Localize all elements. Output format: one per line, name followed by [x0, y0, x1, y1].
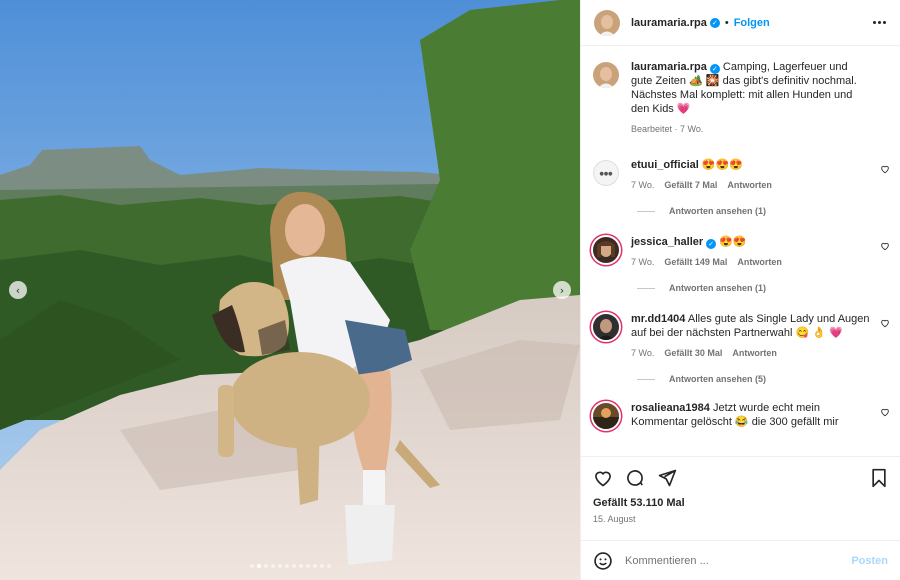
view-replies-button[interactable]: Antworten ansehen (1)	[581, 283, 900, 293]
carousel-dot	[284, 564, 289, 568]
comment-time: 7 Wo.	[631, 257, 655, 267]
comment-meta: 7 Wo. Gefällt 30 Mal Antworten	[631, 346, 870, 360]
post-header: lauramaria.rpa ✓ • Folgen	[581, 0, 900, 46]
heart-icon[interactable]	[593, 468, 613, 488]
comment-likes[interactable]: Gefällt 7 Mal	[664, 178, 717, 192]
more-options-icon[interactable]	[871, 17, 888, 28]
chevron-left-icon: ‹	[15, 283, 21, 297]
comment-reply-button[interactable]: Antworten	[737, 255, 782, 269]
post-dialog: ‹ › lauramaria.rpa ✓ • Folgen lauramaria…	[0, 0, 900, 580]
carousel-dot	[277, 564, 282, 568]
view-replies-button[interactable]: Antworten ansehen (5)	[581, 374, 900, 384]
carousel-dot	[326, 564, 331, 568]
header-separator: •	[724, 16, 729, 29]
post-actions: Gefällt 53.110 Mal 15. August	[581, 456, 900, 540]
comment-reply-button[interactable]: Antworten	[727, 178, 772, 192]
commenter-avatar[interactable]	[593, 314, 619, 340]
comment-input[interactable]	[625, 554, 852, 567]
header-meta: lauramaria.rpa ✓ • Folgen	[631, 17, 770, 29]
send-icon[interactable]	[657, 468, 677, 488]
comment-composer: Posten	[581, 540, 900, 580]
comment-body: rosalieana1984 Jetzt wurde echt mein Kom…	[631, 401, 888, 429]
verified-badge-icon: ✓	[709, 64, 720, 74]
comment-item: mr.dd1404 Alles gute als Single Lady und…	[581, 312, 900, 360]
comment-likes[interactable]: Gefällt 149 Mal	[664, 255, 727, 269]
commenter-avatar[interactable]	[593, 237, 619, 263]
comment-like-heart-icon[interactable]	[880, 318, 890, 328]
view-replies-label: Antworten ansehen (1)	[669, 206, 767, 216]
post-date: 15. August	[593, 514, 636, 524]
view-replies-button[interactable]: Antworten ansehen (1)	[581, 206, 900, 216]
post-comment-button[interactable]: Posten	[851, 555, 888, 567]
carousel-dot	[298, 564, 303, 568]
carousel-dot	[263, 564, 268, 568]
commenter-avatar[interactable]: ●●●	[593, 160, 619, 186]
comment-like-heart-icon[interactable]	[880, 241, 890, 251]
carousel-prev-button[interactable]: ‹	[9, 281, 27, 299]
comment-body: jessica_haller ✓ 😍😍 7 Wo. Gefällt 149 Mal…	[631, 235, 888, 269]
view-replies-label: Antworten ansehen (5)	[669, 374, 767, 384]
comment-time: 7 Wo.	[631, 348, 655, 358]
author-avatar[interactable]	[593, 62, 619, 88]
comment-time: 7 Wo.	[631, 180, 655, 190]
post-side-panel: lauramaria.rpa ✓ • Folgen lauramaria.rpa…	[580, 0, 900, 580]
carousel-dot	[270, 564, 275, 568]
comment-like-heart-icon[interactable]	[880, 407, 890, 417]
comment-body: etuui_official 😍😍😍 7 Wo. Gefällt 7 Mal A…	[631, 158, 888, 192]
caption-edited: Bearbeitet · 7 Wo.	[631, 124, 704, 134]
carousel-dot	[319, 564, 324, 568]
comment-username[interactable]: etuui_official	[631, 159, 699, 171]
comment-icon[interactable]	[625, 468, 645, 488]
comment-item: jessica_haller ✓ 😍😍 7 Wo. Gefällt 149 Mal…	[581, 235, 900, 269]
carousel-dot	[305, 564, 310, 568]
post-caption: lauramaria.rpa ✓ Camping, Lagerfeuer und …	[581, 46, 900, 136]
caption-body: lauramaria.rpa ✓ Camping, Lagerfeuer und …	[631, 60, 888, 136]
comment-meta: 7 Wo. Gefällt 7 Mal Antworten	[631, 178, 870, 192]
like-count[interactable]: Gefällt 53.110 Mal	[593, 497, 888, 509]
comment-like-heart-icon[interactable]	[880, 164, 890, 174]
carousel-dot	[249, 564, 254, 568]
post-photo[interactable]: ‹ ›	[0, 0, 580, 580]
comment-username[interactable]: jessica_haller	[631, 236, 703, 248]
caption-username[interactable]: lauramaria.rpa	[631, 61, 707, 73]
comment-body: mr.dd1404 Alles gute als Single Lady und…	[631, 312, 888, 360]
view-replies-label: Antworten ansehen (1)	[669, 283, 767, 293]
emoji-icon[interactable]	[593, 551, 613, 571]
comment-likes[interactable]: Gefällt 30 Mal	[664, 346, 722, 360]
carousel-dot-active	[256, 564, 261, 568]
comment-item: rosalieana1984 Jetzt wurde echt mein Kom…	[581, 401, 900, 429]
comment-reply-button[interactable]: Antworten	[732, 346, 777, 360]
svg-text:●●●: ●●●	[599, 171, 613, 177]
action-icons	[593, 467, 888, 489]
comment-text: 😍😍	[719, 236, 747, 248]
caption-meta: Bearbeitet · 7 Wo.	[631, 122, 870, 136]
author-username[interactable]: lauramaria.rpa	[631, 17, 707, 29]
bookmark-icon[interactable]	[870, 468, 888, 488]
carousel-indicator	[0, 564, 580, 568]
carousel-next-button[interactable]: ›	[553, 281, 571, 299]
chevron-right-icon: ›	[559, 283, 565, 297]
verified-badge-icon: ✓	[709, 17, 720, 28]
commenter-avatar[interactable]	[593, 403, 619, 429]
comments-scroll-area[interactable]: lauramaria.rpa ✓ Camping, Lagerfeuer und …	[581, 46, 900, 456]
comment-username[interactable]: rosalieana1984	[631, 402, 710, 414]
comment-username[interactable]: mr.dd1404	[631, 313, 685, 325]
carousel-dot	[291, 564, 296, 568]
author-avatar[interactable]	[594, 9, 620, 36]
comment-text: 😍😍😍	[701, 159, 743, 171]
comment-item: ●●● etuui_official 😍😍😍 7 Wo. Gefällt 7 M…	[581, 158, 900, 192]
verified-badge-icon: ✓	[706, 239, 717, 249]
photo-scene	[0, 0, 580, 580]
carousel-dot	[312, 564, 317, 568]
comment-meta: 7 Wo. Gefällt 149 Mal Antworten	[631, 255, 870, 269]
follow-button[interactable]: Folgen	[734, 17, 770, 29]
